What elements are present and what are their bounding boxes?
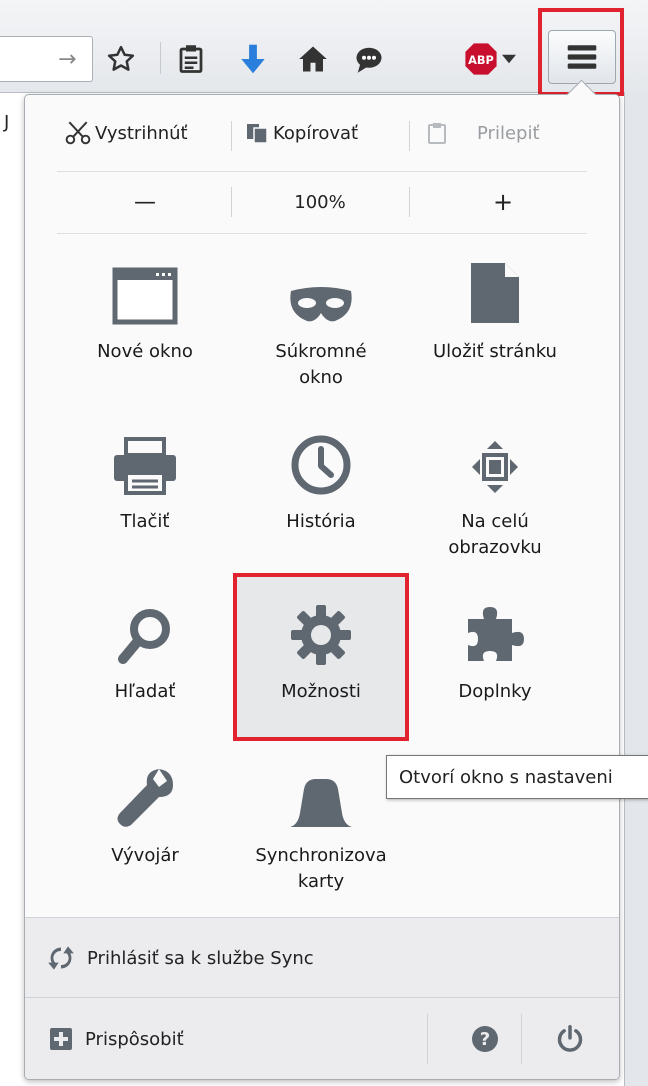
edit-controls: Vystrihnúť Kopírovať Prilepiť [25, 95, 619, 171]
new-window-button[interactable]: Nové okno [60, 245, 230, 365]
app-menu-panel: Vystrihnúť Kopírovať Prilepiť — 100% + N… [24, 94, 620, 1080]
page-edge-glyph: J [4, 112, 10, 133]
adblock-icon[interactable]: ABP [458, 38, 522, 80]
sync-tabs-label-line1: Synchronizova [255, 845, 387, 866]
print-label: Tlačiť [120, 511, 170, 532]
footer-separator [521, 1014, 522, 1064]
scissors-icon [65, 121, 91, 145]
search-button[interactable]: Hľadať [60, 585, 230, 705]
edit-separator [231, 121, 232, 151]
private-window-label-line1: Súkromné [275, 341, 367, 362]
private-window-label-line2: okno [299, 367, 343, 388]
new-window-icon [105, 245, 185, 325]
puzzle-icon [455, 585, 535, 665]
search-label: Hľadať [114, 681, 176, 702]
developer-button[interactable]: Vývojár [60, 749, 230, 869]
print-icon [105, 415, 185, 495]
new-window-label: Nové okno [97, 341, 193, 362]
save-page-button[interactable]: Uložiť stránku [410, 245, 580, 365]
zoom-reset-button[interactable]: 100% [235, 171, 405, 233]
addons-label: Doplnky [458, 681, 532, 702]
sync-signin-label: Prihlásiť sa k službe Sync [87, 947, 314, 969]
history-button[interactable]: História [236, 415, 406, 535]
gear-icon [281, 585, 361, 665]
customize-button[interactable]: Prispôsobiť [25, 998, 184, 1079]
private-window-button[interactable]: Súkromné okno [236, 245, 406, 391]
sync-tabs-label: Synchronizova karty [255, 843, 386, 895]
developer-label: Vývojár [111, 845, 179, 866]
wrench-icon [105, 749, 185, 829]
addons-button[interactable]: Doplnky [410, 585, 580, 705]
zoom-in-button[interactable]: + [413, 171, 593, 233]
zoom-separator [231, 187, 232, 217]
chevron-down-icon[interactable] [502, 54, 516, 64]
sync-tabs-button[interactable]: Synchronizova karty [236, 749, 406, 895]
zoom-in-icon: + [492, 188, 514, 216]
zoom-out-button[interactable]: — [65, 171, 225, 233]
fullscreen-label-line2: obrazovku [448, 537, 542, 558]
divider [57, 233, 587, 234]
footer-bar: Prispôsobiť ? [25, 997, 619, 1079]
footer-separator [427, 1014, 428, 1064]
sync-signin-button[interactable]: Prihlásiť sa k službe Sync [25, 917, 619, 998]
history-clock-icon [281, 415, 361, 495]
print-button[interactable]: Tlačiť [60, 415, 230, 535]
url-bar[interactable]: → [0, 36, 93, 82]
options-button[interactable]: Možnosti [236, 585, 406, 705]
reading-list-icon[interactable] [170, 38, 212, 80]
abp-text: ABP [468, 53, 494, 67]
chat-icon[interactable] [348, 38, 390, 80]
options-tooltip: Otvorí okno s nastaveni [386, 755, 648, 799]
help-icon: ? [472, 1026, 498, 1052]
copy-label: Kopírovať [273, 122, 359, 144]
download-icon[interactable] [232, 38, 274, 80]
private-window-label: Súkromné okno [275, 339, 366, 391]
options-label: Možnosti [281, 681, 361, 702]
history-label: História [286, 511, 356, 532]
copy-icon [247, 124, 268, 144]
cut-button[interactable]: Vystrihnúť [65, 95, 188, 171]
window-edge [624, 92, 648, 1086]
cut-label: Vystrihnúť [95, 122, 188, 144]
toolbar-separator [160, 42, 161, 74]
sync-icon [48, 946, 74, 970]
save-page-icon [455, 245, 535, 325]
sync-tabs-label-line2: karty [297, 871, 345, 892]
search-icon [105, 585, 185, 665]
fullscreen-button[interactable]: Na celú obrazovku [410, 415, 580, 561]
zoom-out-icon: — [134, 189, 156, 215]
clipboard-icon [428, 123, 446, 144]
browser-toolbar: → ABP [0, 0, 648, 96]
private-window-mask-icon [281, 245, 361, 325]
save-page-label: Uložiť stránku [433, 341, 557, 362]
power-icon [557, 1025, 583, 1052]
zoom-level: 100% [294, 191, 346, 213]
go-arrow-icon[interactable]: → [58, 47, 76, 72]
quit-button[interactable] [525, 998, 615, 1079]
copy-button[interactable]: Kopírovať [245, 95, 358, 171]
edit-separator [409, 121, 410, 151]
fullscreen-icon [455, 415, 535, 495]
plus-square-icon [50, 1028, 72, 1050]
fullscreen-label: Na celú obrazovku [448, 509, 541, 561]
star-icon[interactable] [100, 38, 142, 80]
zoom-separator [409, 187, 410, 217]
home-icon[interactable] [292, 38, 334, 80]
paste-label: Prilepiť [477, 122, 540, 144]
sync-tabs-icon [281, 749, 361, 829]
fullscreen-label-line1: Na celú [461, 511, 529, 532]
paste-button[interactable]: Prilepiť [425, 95, 540, 171]
customize-label: Prispôsobiť [85, 1028, 184, 1050]
help-button[interactable]: ? [445, 998, 525, 1079]
